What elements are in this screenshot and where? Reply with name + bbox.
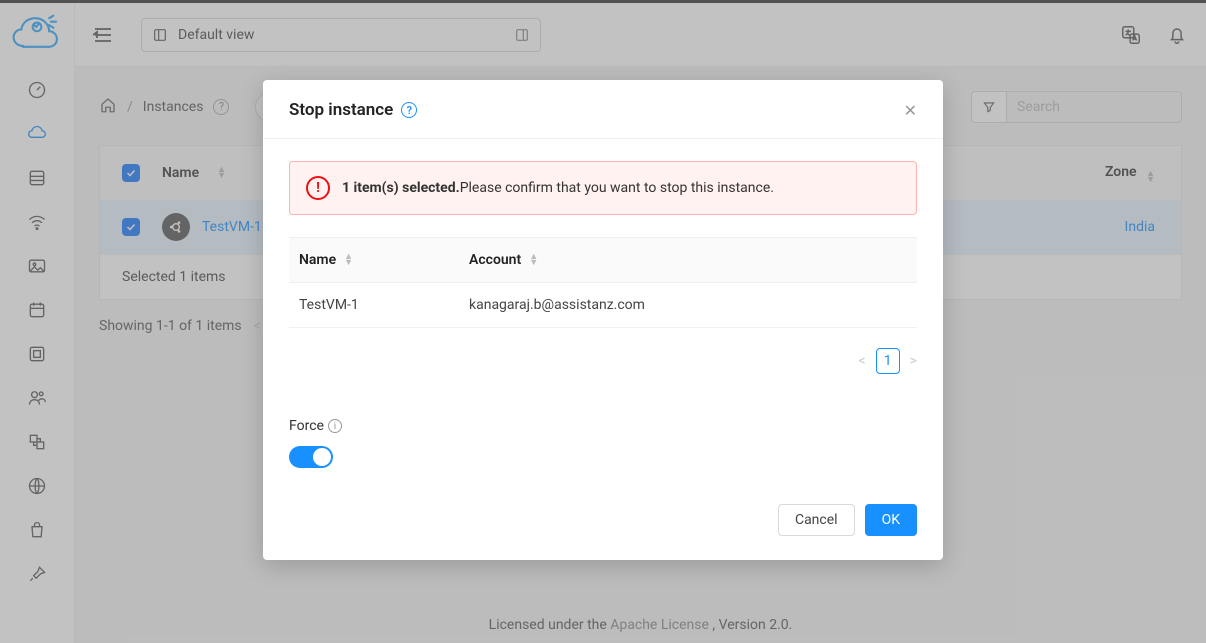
force-label: Force i	[289, 418, 917, 434]
help-icon[interactable]: ?	[401, 102, 417, 118]
ok-button[interactable]: OK	[865, 504, 917, 536]
cancel-button[interactable]: Cancel	[778, 504, 855, 536]
modal-col-account[interactable]: Account ▲▼	[469, 252, 907, 268]
sort-icon: ▲▼	[344, 254, 353, 266]
modal-table: Name ▲▼ Account ▲▼ TestVM-1 kanagaraj.b@…	[289, 238, 917, 328]
modal-title: Stop instance ?	[289, 100, 417, 120]
modal-page-prev[interactable]: <	[859, 353, 866, 369]
modal-page-current[interactable]: 1	[876, 348, 900, 374]
modal-row-name: TestVM-1	[299, 297, 469, 313]
info-icon[interactable]: i	[328, 419, 342, 433]
sort-icon: ▲▼	[529, 254, 538, 266]
modal-pagination: < 1 >	[289, 348, 917, 374]
force-toggle[interactable]	[289, 446, 333, 468]
modal-table-row: TestVM-1 kanagaraj.b@assistanz.com	[289, 283, 917, 328]
alert-strong: 1 item(s) selected.	[342, 180, 460, 196]
modal-page-next[interactable]: >	[910, 353, 917, 369]
stop-instance-modal: Stop instance ? ✕ ! 1 item(s) selected.P…	[263, 80, 943, 560]
modal-col-name[interactable]: Name ▲▼	[299, 252, 469, 268]
exclamation-icon: !	[306, 176, 330, 200]
alert-text: Please confirm that you want to stop thi…	[460, 180, 774, 196]
close-icon[interactable]: ✕	[904, 101, 917, 120]
warning-alert: ! 1 item(s) selected.Please confirm that…	[289, 161, 917, 215]
modal-row-account: kanagaraj.b@assistanz.com	[469, 297, 907, 313]
